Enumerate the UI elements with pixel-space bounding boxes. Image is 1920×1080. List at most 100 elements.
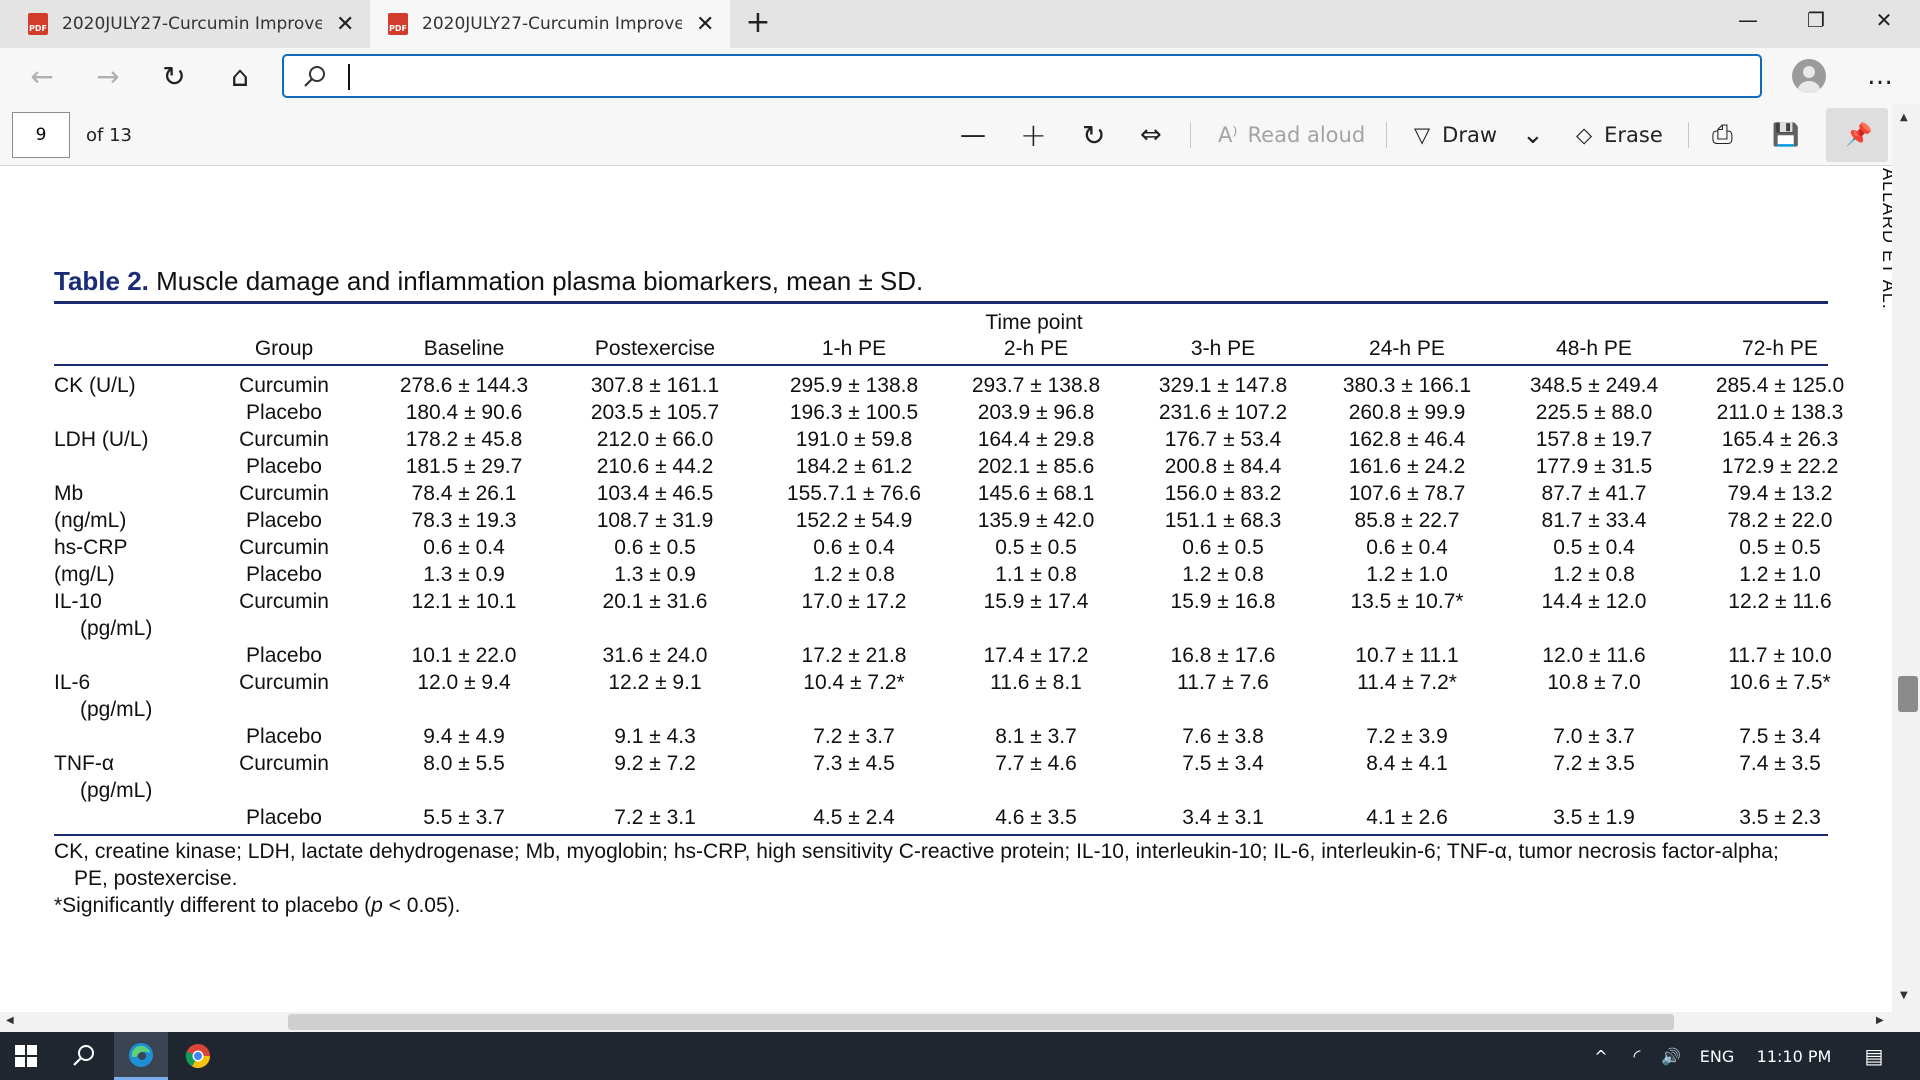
row-label: Mb [54,482,84,505]
network-icon[interactable]: ◜ [1622,1032,1652,1080]
table-cell: 11.7 ± 10.0 [1728,644,1832,667]
table-cell: 7.2 ± 3.5 [1553,752,1635,775]
table-cell: 260.8 ± 99.9 [1348,401,1466,424]
chrome-browser-icon [185,1044,210,1069]
page-number-input[interactable] [12,112,70,158]
close-tab-icon[interactable]: ✕ [696,12,714,37]
address-input[interactable] [346,62,1740,92]
table-cell: 87.7 ± 41.7 [1541,482,1647,505]
pdf-icon: PDF [28,13,48,35]
taskbar-edge-button[interactable] [114,1032,168,1080]
table-cell: 0.6 ± 0.4 [813,536,895,559]
table-cell: 11.4 ± 7.2* [1357,671,1457,694]
table-cell: 0.5 ± 0.5 [1739,536,1821,559]
close-tab-icon[interactable]: ✕ [336,12,354,37]
draw-icon: ▽ [1414,123,1431,147]
table-header-rule [54,364,1828,366]
back-button[interactable]: ← [18,48,66,104]
table-cell: 10.1 ± 22.0 [411,644,517,667]
table-cell: 156.0 ± 83.2 [1164,482,1282,505]
new-tab-button[interactable]: + [738,4,778,44]
vertical-scrollbar[interactable] [1892,104,1920,1032]
table-cell: 152.2 ± 54.9 [795,509,913,532]
table-cell: 10.4 ± 7.2* [803,671,905,694]
table-caption-text: Muscle damage and inflammation plasma bi… [156,266,924,296]
table-cell: 20.1 ± 31.6 [602,590,708,613]
table-cell: 1.2 ± 1.0 [1739,563,1821,586]
tab-2[interactable]: PDF 2020JULY27-Curcumin Improves ✕ [370,0,730,48]
group-cell: Placebo [246,644,322,667]
table-caption: Table 2. Muscle damage and inflammation … [54,266,923,297]
save-button[interactable]: 💾 [1772,104,1799,166]
start-button[interactable] [0,1032,52,1080]
group-cell: Placebo [246,806,322,829]
table-cell: 295.9 ± 138.8 [789,374,919,397]
scroll-left-arrow[interactable]: ◀ [6,1015,14,1026]
refresh-button[interactable]: ↻ [150,48,198,104]
minimize-button[interactable]: — [1714,0,1782,40]
table-cell: 8.0 ± 5.5 [423,752,505,775]
group-cell: Placebo [246,455,322,478]
table-cell: 15.9 ± 16.8 [1170,590,1276,613]
notification-icon[interactable]: ▤ [1852,1032,1896,1080]
zoom-in-button[interactable]: + [1020,104,1047,166]
scroll-down-arrow[interactable]: ▼ [1900,990,1908,1001]
address-bar[interactable] [282,54,1762,98]
table-cell: 329.1 ± 147.8 [1158,374,1288,397]
taskbar-chrome-button[interactable] [172,1032,224,1080]
table-bottom-rule [54,834,1828,836]
horizontal-scroll-thumb[interactable] [288,1014,1674,1030]
rotate-button[interactable]: ↻ [1082,104,1105,166]
close-window-button[interactable]: ✕ [1850,0,1918,40]
fit-to-page-button[interactable]: ⇔ [1140,104,1162,166]
vertical-scroll-thumb[interactable] [1898,676,1918,712]
table-cell: 10.7 ± 11.1 [1355,644,1459,667]
table-cell: 15.9 ± 17.4 [983,590,1089,613]
table-cell: 172.9 ± 22.2 [1721,455,1839,478]
table-cell: 107.6 ± 78.7 [1348,482,1466,505]
taskbar-search-button[interactable] [58,1032,110,1080]
table-cell: 225.5 ± 88.0 [1535,401,1653,424]
table-cell: 3.4 ± 3.1 [1182,806,1264,829]
group-cell: Curcumin [239,428,329,451]
table-cell: 278.6 ± 144.3 [399,374,529,397]
scroll-right-arrow[interactable]: ▶ [1876,1015,1884,1026]
scroll-up-arrow[interactable]: ▲ [1900,112,1908,123]
table-cell: 165.4 ± 26.3 [1721,428,1839,451]
restore-button[interactable]: ❐ [1782,0,1850,40]
more-options-button[interactable]: … [1856,48,1904,104]
group-cell: Curcumin [239,536,329,559]
group-cell: Curcumin [239,482,329,505]
language-indicator[interactable]: ENG [1694,1032,1740,1080]
table-cell: 0.6 ± 0.4 [1366,536,1448,559]
column-header: 3-h PE [1190,337,1256,360]
group-cell: Placebo [246,563,322,586]
table-cell: 103.4 ± 46.5 [596,482,714,505]
show-hidden-icons-button[interactable]: ^ [1586,1032,1616,1080]
table-cell: 13.5 ± 10.7* [1350,590,1464,613]
read-aloud-icon: A⁾ [1218,123,1238,147]
table-cell: 157.8 ± 19.7 [1535,428,1653,451]
table-cell: 12.2 ± 11.6 [1728,590,1832,613]
forward-button[interactable]: → [84,48,132,104]
tab-1[interactable]: PDF 2020JULY27-Curcumin Improves ✕ [0,0,370,48]
erase-button[interactable]: ◇ Erase [1576,104,1663,166]
column-header-group: Group [254,337,314,360]
footnote-abbreviations-cont: PE, postexercise. [74,867,238,890]
time-point-header: Time point [985,311,1083,334]
profile-avatar[interactable] [1792,59,1826,93]
table-cell: 145.6 ± 68.1 [977,482,1095,505]
table-cell: 162.8 ± 46.4 [1348,428,1466,451]
table-cell: 7.2 ± 3.1 [614,806,696,829]
draw-button[interactable]: ▽ Draw [1414,104,1497,166]
table-cell: 7.0 ± 3.7 [1553,725,1635,748]
zoom-out-button[interactable]: — [960,104,986,166]
volume-icon[interactable]: 🔊 [1656,1032,1686,1080]
clock[interactable]: 11:10 PM [1746,1032,1842,1080]
print-button[interactable]: ⎙ [1712,104,1733,166]
draw-options-button[interactable]: ⌄ [1522,104,1544,166]
group-cell: Placebo [246,725,322,748]
read-aloud-button[interactable]: A⁾ Read aloud [1218,104,1365,166]
home-button[interactable]: ⌂ [216,48,264,104]
table-cell: 203.5 ± 105.7 [590,401,720,424]
